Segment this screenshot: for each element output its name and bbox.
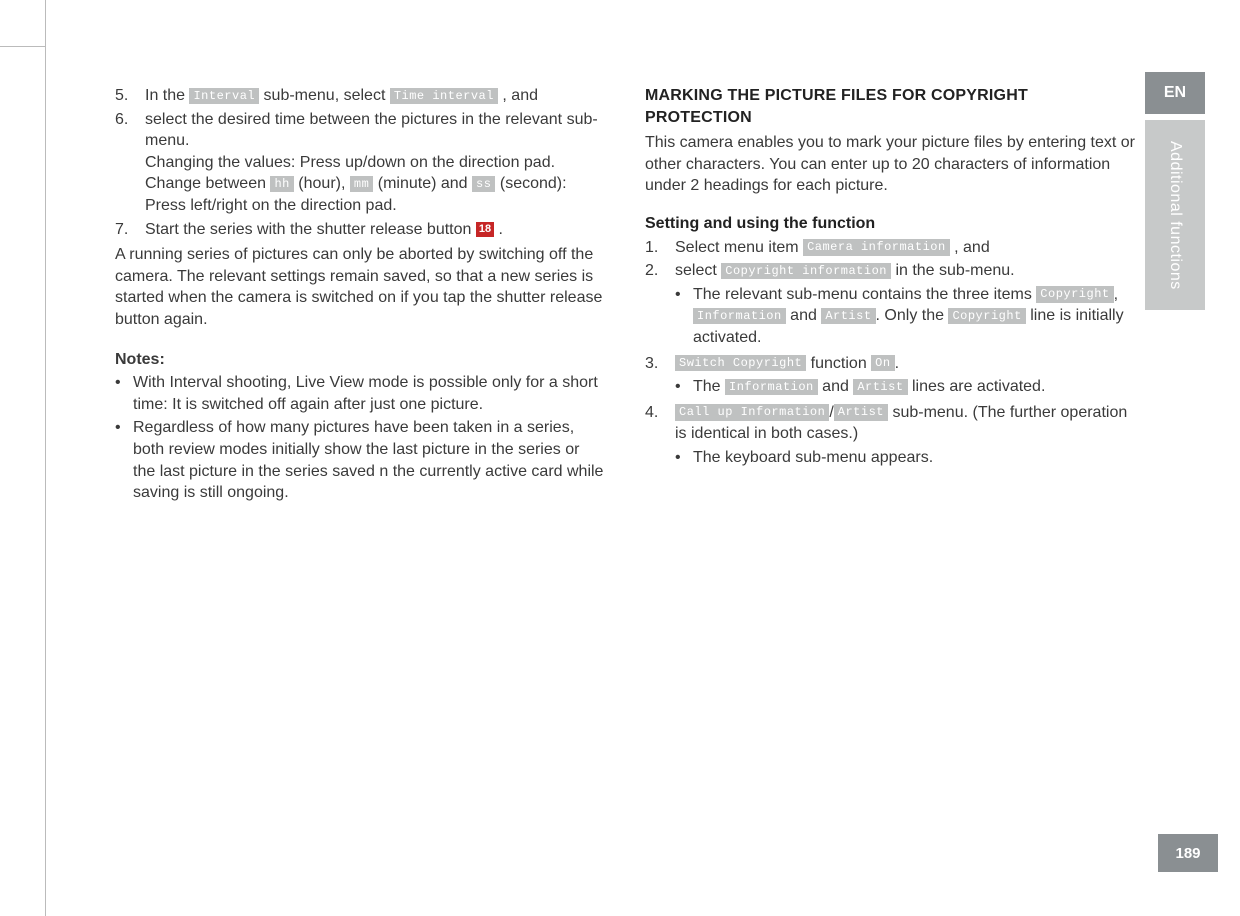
step-2: 2. select Copyright information in the s…: [645, 260, 1135, 350]
text: and: [818, 378, 854, 395]
menu-on: On: [871, 355, 894, 371]
notes-list: With Interval shooting, Live View mode i…: [115, 372, 605, 504]
menu-interval: Interval: [189, 88, 259, 104]
text: Start the series with the shutter releas…: [145, 221, 476, 238]
text: ,: [1114, 286, 1118, 303]
menu-camera-information: Camera information: [803, 239, 950, 255]
menu-copyright: Copyright: [1036, 286, 1113, 302]
step-5: 5. In the Interval sub-menu, select Time…: [115, 85, 605, 107]
text: and: [786, 307, 822, 324]
step-number: 6.: [115, 109, 145, 217]
note-item: With Interval shooting, Live View mode i…: [115, 372, 605, 415]
sub-bullets: The Information and Artist lines are act…: [675, 376, 1135, 398]
menu-information: Information: [693, 308, 786, 324]
text: . Only the: [876, 307, 949, 324]
text: Regardless of how many pictures have bee…: [133, 417, 605, 503]
text: The relevant sub-menu contains the three…: [693, 286, 1036, 303]
left-steps: 5. In the Interval sub-menu, select Time…: [115, 85, 605, 240]
text: .: [499, 221, 503, 238]
text: With Interval shooting, Live View mode i…: [133, 372, 605, 415]
menu-copyright-information: Copyright information: [721, 263, 891, 279]
notes-heading: Notes:: [115, 349, 605, 371]
manual-page: 5. In the Interval sub-menu, select Time…: [0, 0, 1240, 916]
menu-artist: Artist: [834, 404, 888, 420]
step-7: 7. Start the series with the shutter rel…: [115, 219, 605, 241]
text: , and: [954, 239, 990, 256]
language-tab: EN: [1145, 72, 1205, 114]
right-column: MARKING THE PICTURE FILES FOR COPYRIGHT …: [645, 85, 1135, 856]
running-paragraph: A running series of pictures can only be…: [115, 244, 605, 330]
text: .: [895, 355, 899, 372]
menu-ss: ss: [472, 176, 495, 192]
menu-artist: Artist: [821, 308, 875, 324]
menu-time-interval: Time interval: [390, 88, 498, 104]
step-number: 3.: [645, 353, 675, 400]
crop-mark-horizontal: [0, 46, 45, 47]
sub-bullet: The Information and Artist lines are act…: [675, 376, 1135, 398]
sub-bullets: The keyboard sub-menu appears.: [675, 447, 1135, 469]
sub-bullet: The keyboard sub-menu appears.: [675, 447, 1135, 469]
side-tabs: EN Additional functions: [1132, 72, 1218, 310]
step-4: 4. Call up Information/Artist sub-menu. …: [645, 402, 1135, 471]
intro-paragraph: This camera enables you to mark your pic…: [645, 132, 1135, 197]
step-number: 7.: [115, 219, 145, 241]
note-item: Regardless of how many pictures have bee…: [115, 417, 605, 503]
step-3: 3. Switch Copyright function On. The Inf…: [645, 353, 1135, 400]
text: (minute) and: [378, 175, 472, 192]
section-heading: MARKING THE PICTURE FILES FOR COPYRIGHT …: [645, 85, 1135, 128]
text: Select menu item: [675, 239, 803, 256]
text: select the desired time between the pict…: [145, 111, 598, 150]
step-number: 5.: [115, 85, 145, 107]
crop-mark-vertical: [45, 0, 46, 916]
step-number: 1.: [645, 237, 675, 259]
text: function: [811, 355, 871, 372]
menu-hh: hh: [270, 176, 293, 192]
menu-call-up-information: Call up Information: [675, 404, 829, 420]
step-1: 1. Select menu item Camera information ,…: [645, 237, 1135, 259]
text: The keyboard sub-menu appears.: [693, 447, 1135, 469]
sub-bullet: The relevant sub-menu contains the three…: [675, 284, 1135, 349]
ref-18: 18: [476, 222, 494, 237]
text: select: [675, 262, 721, 279]
step-number: 4.: [645, 402, 675, 471]
text: sub-menu, select: [264, 87, 390, 104]
menu-artist: Artist: [853, 379, 907, 395]
right-steps: 1. Select menu item Camera information ,…: [645, 237, 1135, 471]
menu-copyright: Copyright: [948, 308, 1025, 324]
page-number-tab: 189: [1158, 834, 1218, 872]
text: In the: [145, 87, 189, 104]
text: , and: [502, 87, 538, 104]
menu-switch-copyright: Switch Copyright: [675, 355, 806, 371]
text: in the sub-menu.: [895, 262, 1014, 279]
subheading: Setting and using the function: [645, 213, 1135, 235]
section-tab: Additional functions: [1145, 120, 1205, 310]
step-6: 6. select the desired time between the p…: [115, 109, 605, 217]
text: lines are activated.: [908, 378, 1046, 395]
text: The: [693, 378, 725, 395]
sub-bullets: The relevant sub-menu contains the three…: [675, 284, 1135, 349]
menu-mm: mm: [350, 176, 373, 192]
step-number: 2.: [645, 260, 675, 350]
left-column: 5. In the Interval sub-menu, select Time…: [115, 85, 605, 856]
menu-information: Information: [725, 379, 818, 395]
text: (hour),: [298, 175, 350, 192]
